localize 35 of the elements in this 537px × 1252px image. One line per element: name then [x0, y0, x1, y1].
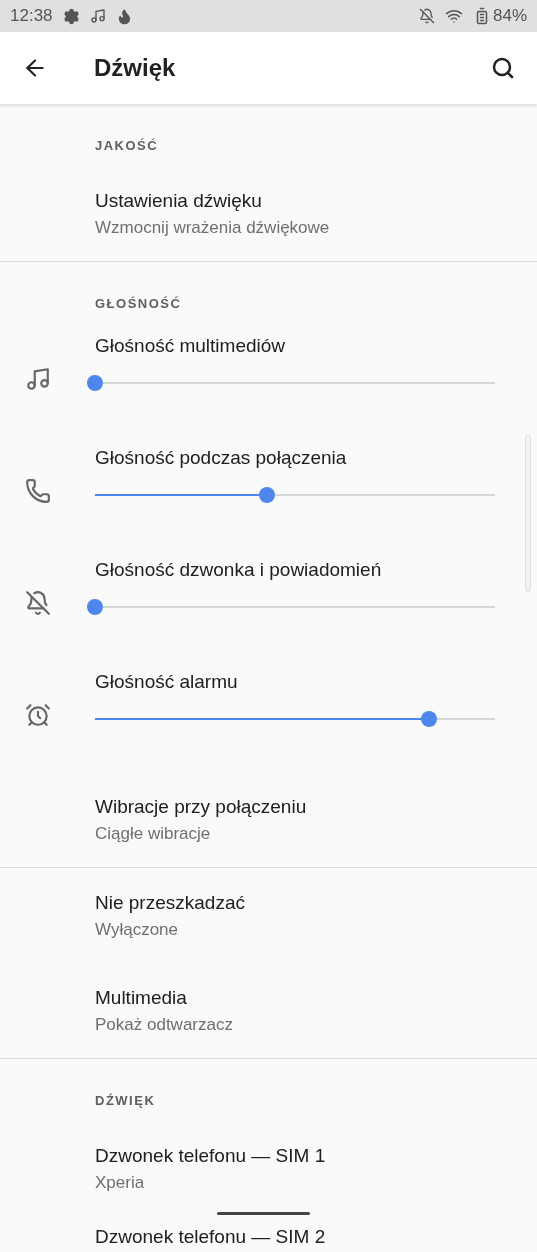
gesture-handle[interactable]: [217, 1212, 310, 1215]
volume-label: Głośność multimediów: [95, 334, 287, 357]
setting-summary: Wzmocnij wrażenia dźwiękowe: [95, 217, 331, 239]
music-note-icon: [24, 366, 51, 392]
setting-summary: Pokaż odtwarzacz: [95, 1014, 234, 1036]
bell-off-icon: [24, 590, 51, 616]
setting-title[interactable]: Nie przeszkadzać: [95, 891, 537, 915]
section-header: DŹWIĘK: [95, 1093, 156, 1108]
setting-title[interactable]: Multimedia: [95, 986, 537, 1010]
setting-summary: Ciągłe wibracje: [95, 823, 212, 845]
volume-label: Głośność dzwonka i powiadomień: [95, 558, 383, 581]
bell-off-icon: [418, 8, 435, 24]
music-note-icon: [89, 8, 106, 24]
section-header: JAKOŚĆ: [95, 138, 159, 153]
alarm-clock-icon: [24, 702, 51, 728]
setting-title[interactable]: Wibracje przy połączeniu: [95, 795, 537, 819]
slider-thumb[interactable]: [87, 375, 103, 391]
setting-title[interactable]: Ustawienia dźwięku: [95, 189, 537, 213]
setting-title[interactable]: Dzwonek telefonu — SIM 2: [95, 1225, 537, 1249]
setting-summary: Wyłączone: [95, 919, 179, 941]
volume-label: Głośność alarmu: [95, 670, 239, 693]
section-header: GŁOŚNOŚĆ: [95, 296, 182, 311]
slider-thumb[interactable]: [421, 711, 437, 727]
battery-percent: 84%: [492, 6, 527, 26]
status-time: 12:38: [10, 6, 53, 26]
slider-thumb[interactable]: [259, 487, 275, 503]
slider-thumb[interactable]: [87, 599, 103, 615]
setting-title[interactable]: Dzwonek telefonu — SIM 1: [95, 1144, 537, 1168]
search-icon: [491, 56, 515, 80]
volume-label: Głośność podczas połączenia: [95, 446, 348, 469]
page-title: Dźwięk: [94, 54, 177, 82]
phone-icon: [24, 478, 51, 504]
settings-icon: [62, 7, 80, 25]
setting-summary: Xperia: [95, 1172, 146, 1194]
wifi-icon: [444, 7, 463, 25]
